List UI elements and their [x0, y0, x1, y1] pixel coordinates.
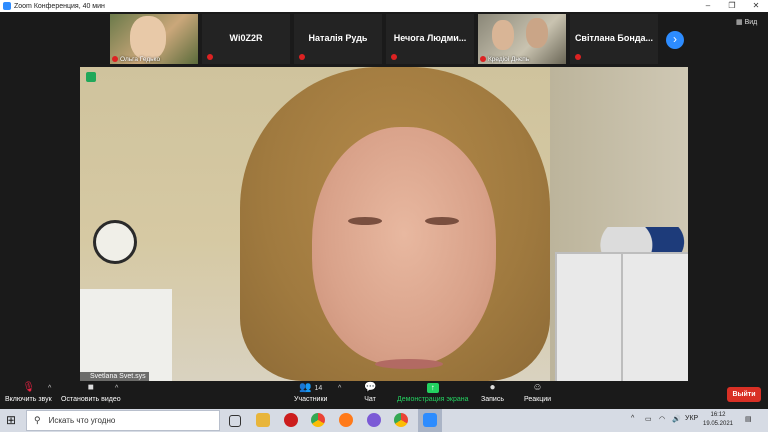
muted-mic-icon — [207, 54, 213, 60]
participant-tile[interactable]: Нечога Людми... — [386, 14, 474, 64]
share-screen-button[interactable]: ↑ Демонстрация экрана — [397, 383, 469, 403]
chat-button[interactable]: 💬 Чат — [364, 382, 377, 404]
view-button[interactable]: ▦ Вид — [736, 18, 757, 26]
participant-tile[interactable]: Кредіоі Днєпь — [478, 14, 566, 64]
chat-label: Чат — [364, 396, 376, 403]
stop-video-label: Остановить видео — [61, 396, 121, 403]
participant-video-thumb — [130, 16, 166, 60]
network-icon[interactable]: ▭ — [645, 415, 652, 423]
record-label: Запись — [481, 396, 504, 403]
windows-taskbar: ⊞ ⚲ Искать что угодно ^ ▭ ◠ 🔊 УКР 16:12 … — [0, 409, 768, 432]
notifications-icon[interactable]: ▤ — [745, 415, 752, 423]
participant-name: Світлана Бонда... — [574, 33, 654, 43]
participant-name: Ольга Гедько — [120, 56, 161, 63]
wifi-icon[interactable]: ◠ — [659, 415, 665, 423]
window-titlebar: Zoom Конференция, 40 мин – ❐ ✕ — [0, 0, 768, 12]
tray-chevron-icon[interactable]: ^ — [631, 415, 634, 422]
participant-tile[interactable]: Ольга Гедько — [110, 14, 198, 64]
file-explorer-icon[interactable] — [256, 413, 270, 427]
zoom-app-icon — [3, 2, 11, 10]
video-options-caret[interactable]: ^ — [115, 385, 118, 392]
muted-mic-icon: 🎙 — [22, 382, 36, 393]
task-view-icon[interactable] — [229, 415, 241, 427]
record-icon: ● — [489, 382, 496, 393]
audio-options-caret[interactable]: ^ — [48, 385, 51, 392]
participants-label: Участники — [294, 396, 328, 403]
viber-icon[interactable] — [367, 413, 381, 427]
participant-name: Нечога Людми... — [393, 33, 467, 43]
muted-mic-icon — [112, 56, 118, 62]
search-icon: ⚲ — [34, 415, 41, 425]
chat-icon: 💬 — [364, 382, 377, 393]
muted-mic-icon — [480, 56, 486, 62]
unmute-button[interactable]: 🎙 Включить звук — [5, 382, 52, 404]
chrome-icon[interactable] — [311, 413, 325, 427]
participant-name: Наталія Рудь — [308, 33, 368, 43]
search-placeholder: Искать что угодно — [48, 416, 116, 425]
muted-mic-icon — [299, 54, 305, 60]
wall-clock — [93, 220, 137, 264]
participants-strip: Ольга Гедько Wi0Z2R Наталія Рудь Нечога … — [0, 12, 768, 66]
zoom-taskbar-icon[interactable] — [423, 413, 437, 427]
stop-video-button[interactable]: ■ Остановить видео — [61, 382, 121, 404]
taskbar-search-box[interactable]: ⚲ Искать что угодно — [26, 410, 220, 431]
participant-tile[interactable]: Світлана Бонда... — [570, 14, 658, 64]
window-title: Zoom Конференция, 40 мин — [14, 2, 105, 10]
participants-button[interactable]: 👥 14 Участники — [294, 382, 328, 404]
participants-options-caret[interactable]: ^ — [338, 385, 341, 392]
next-page-button[interactable]: › — [666, 31, 684, 49]
volume-icon[interactable]: 🔊 — [672, 415, 681, 423]
speaker-face — [312, 127, 496, 365]
leave-meeting-button[interactable]: Выйти — [727, 387, 761, 402]
meeting-toolbar: 🎙 Включить звук ^ ■ Остановить видео ^ 👥… — [0, 381, 768, 409]
participant-name: Wi0Z2R — [229, 33, 263, 43]
participants-icon: 👥 — [299, 382, 312, 393]
participant-tile[interactable]: Wi0Z2R — [202, 14, 290, 64]
grid-icon: ▦ — [736, 19, 745, 26]
share-screen-label: Демонстрация экрана — [397, 396, 469, 403]
chrome-icon-2[interactable] — [394, 413, 408, 427]
firefox-icon[interactable] — [339, 413, 353, 427]
speaker-name: Svetlana Svet.sys — [90, 373, 146, 380]
participant-video-thumb — [492, 20, 514, 50]
muted-mic-icon — [575, 54, 581, 60]
windows-start-icon[interactable]: ⊞ — [6, 414, 18, 426]
speaker-name-tag: Svetlana Svet.sys — [80, 372, 149, 381]
encryption-shield-icon[interactable] — [86, 72, 96, 82]
opera-icon[interactable] — [284, 413, 298, 427]
taskbar-clock[interactable]: 16:12 19.05.2021 — [700, 411, 736, 429]
unmute-label: Включить звук — [5, 396, 52, 403]
close-button[interactable]: ✕ — [744, 0, 768, 12]
reactions-icon: ☺ — [532, 382, 543, 393]
view-label: Вид — [744, 19, 758, 26]
clock-time: 16:12 — [710, 412, 726, 418]
camera-icon: ■ — [87, 382, 94, 393]
reactions-label: Реакции — [524, 396, 552, 403]
participants-count: 14 — [314, 385, 323, 392]
record-button[interactable]: ● Запись — [481, 382, 504, 404]
muted-mic-icon — [391, 54, 397, 60]
reactions-button[interactable]: ☺ Реакции — [524, 382, 552, 404]
active-speaker-video[interactable]: Svetlana Svet.sys — [80, 67, 688, 381]
participant-name: Кредіоі Днєпь — [488, 56, 530, 63]
background-door — [80, 289, 172, 381]
minimize-button[interactable]: – — [696, 0, 720, 12]
language-indicator[interactable]: УКР — [685, 415, 698, 422]
share-screen-icon: ↑ — [426, 383, 439, 393]
clock-date: 19.05.2021 — [702, 421, 734, 427]
background-cabinet — [555, 252, 688, 381]
maximize-button[interactable]: ❐ — [720, 0, 744, 12]
participant-tile[interactable]: Наталія Рудь — [294, 14, 382, 64]
